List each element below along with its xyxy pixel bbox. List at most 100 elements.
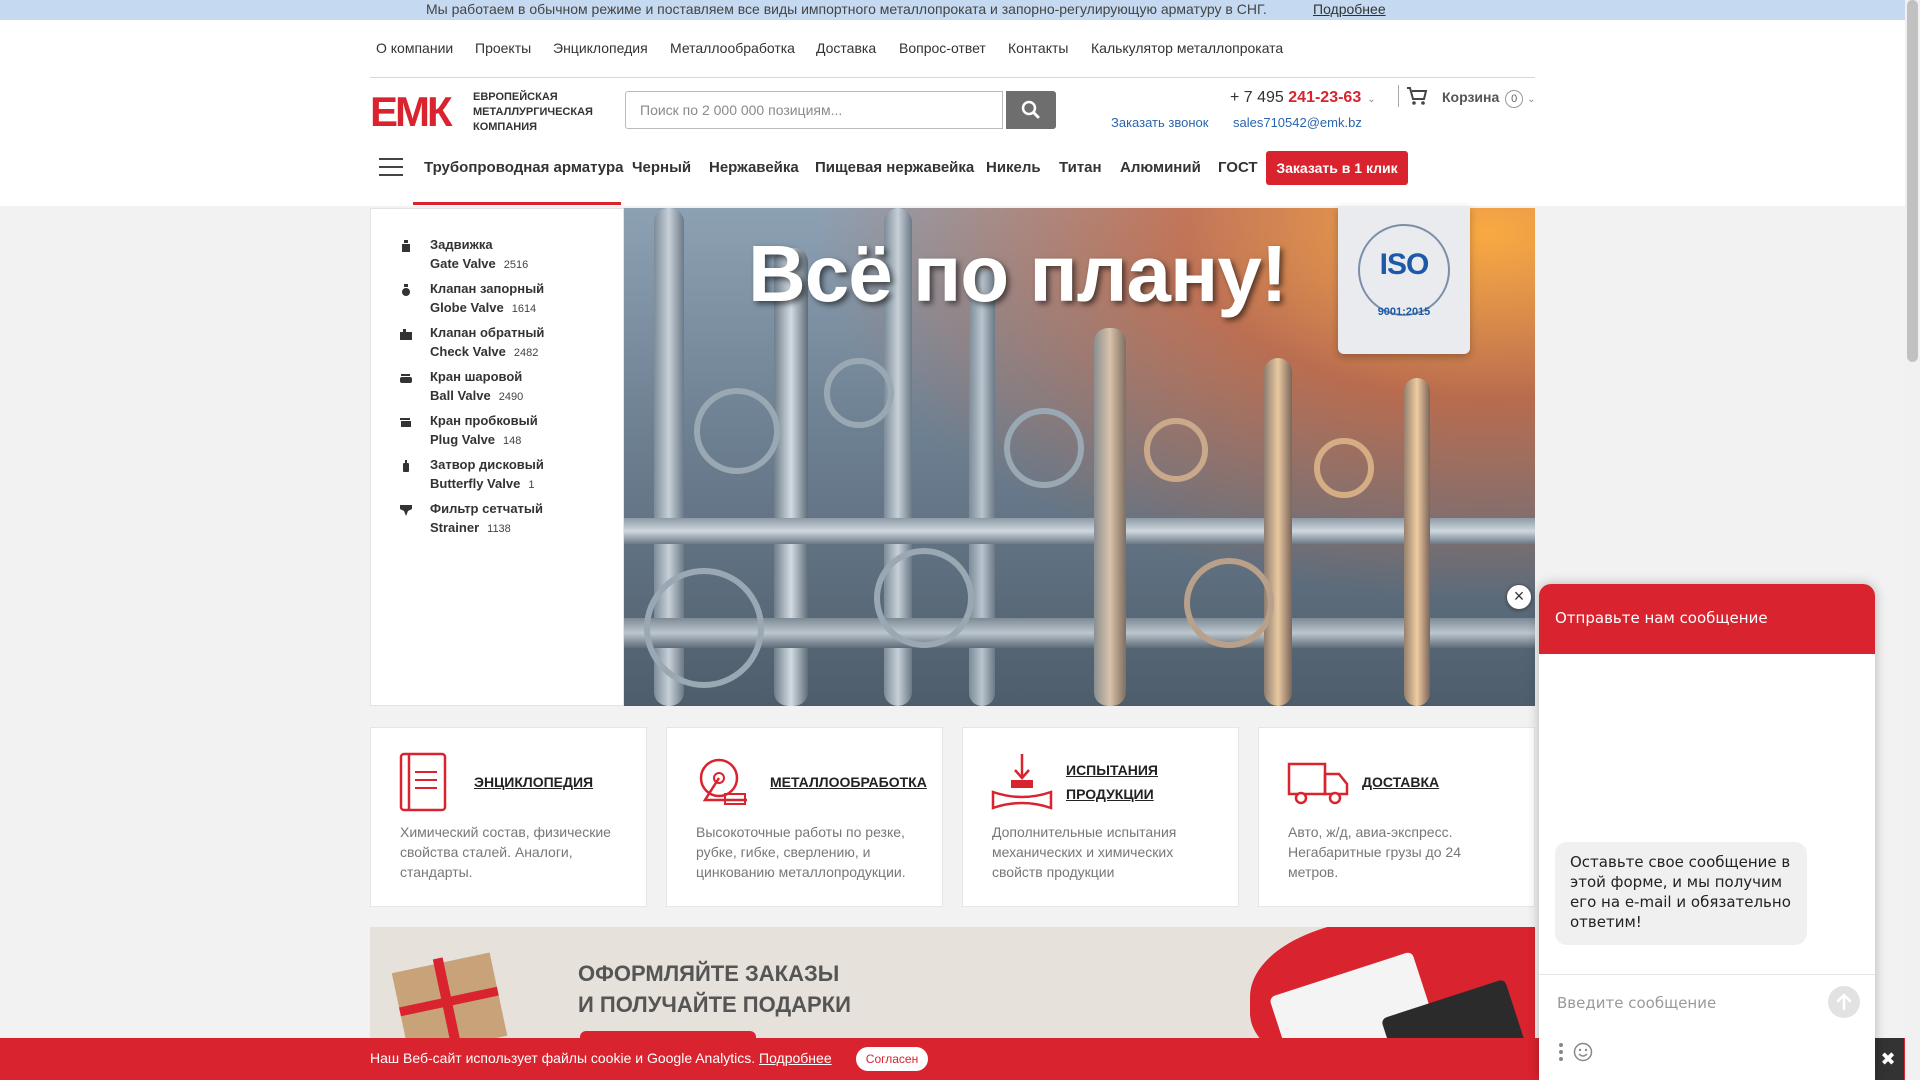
iso-standard: 9001:2015 xyxy=(1377,306,1431,318)
menu-item-label: Check Valve xyxy=(430,344,506,359)
logo-letters: ЕМК xyxy=(370,88,453,135)
nav-projects[interactable]: Проекты xyxy=(475,40,531,56)
scrollbar-thumb[interactable] xyxy=(1907,0,1918,362)
globe-valve-icon xyxy=(402,284,410,296)
chat-message-input[interactable] xyxy=(1555,988,1819,1018)
card-title-line1: ИСПЫТАНИЯ xyxy=(1066,762,1158,778)
chat-title: Отправьте нам сообщение xyxy=(1555,609,1768,627)
logo-line3: КОМПАНИЯ xyxy=(473,121,538,133)
menu-item-gate-valve-en[interactable]: Gate Valve 2516 xyxy=(430,256,528,271)
cat-nickel[interactable]: Никель xyxy=(986,159,1041,176)
chevron-down-icon: ⌄ xyxy=(1367,94,1376,105)
email-link[interactable]: sales710542@emk.bz xyxy=(1233,115,1362,130)
order-one-click-button[interactable]: Заказать в 1 клик xyxy=(1266,151,1408,185)
logo-line1: ЕВРОПЕЙСКАЯ xyxy=(473,91,558,103)
callback-link[interactable]: Заказать звонок xyxy=(1111,115,1208,130)
logo-text: ЕВРОПЕЙСКАЯ МЕТАЛЛУРГИЧЕСКАЯ КОМПАНИЯ xyxy=(473,90,593,135)
menu-item-butterfly-valve-ru[interactable]: Затвор дисковый xyxy=(430,457,544,472)
cart-count: 0 xyxy=(1505,90,1524,108)
cart-icon xyxy=(1407,87,1428,105)
nav-about[interactable]: О компании xyxy=(376,40,453,56)
nav-metalworking[interactable]: Металлообработка xyxy=(670,40,795,56)
menu-item-label: Plug Valve xyxy=(430,432,496,447)
promo-line2: И ПОЛУЧАЙТЕ ПОДАРКИ xyxy=(578,992,851,1017)
cart-label: Корзина xyxy=(1442,89,1500,105)
cookie-agree-button[interactable]: Согласен xyxy=(856,1047,928,1071)
menu-item-check-valve-ru[interactable]: Клапан обратный xyxy=(430,325,544,340)
banner-title: Всё по плану! xyxy=(748,229,1287,318)
search-button[interactable] xyxy=(1006,91,1056,129)
nav-delivery[interactable]: Доставка xyxy=(816,40,876,56)
strainer-icon xyxy=(400,505,412,516)
chat-close-icon[interactable]: × xyxy=(1506,584,1532,610)
chat-divider xyxy=(1539,974,1875,975)
menu-item-plug-valve-ru[interactable]: Кран пробковый xyxy=(430,413,538,428)
notice-bar: Мы работаем в обычном режиме и поставляе… xyxy=(0,0,1920,20)
menu-item-strainer-en[interactable]: Strainer 1138 xyxy=(430,520,511,535)
cart-separator xyxy=(1398,85,1399,107)
card-title[interactable]: МЕТАЛЛООБРАБОТКА xyxy=(770,770,927,794)
nav-encyclopedia[interactable]: Энциклопедия xyxy=(553,40,648,56)
nav-faq[interactable]: Вопрос-ответ xyxy=(899,40,986,56)
chat-send-button[interactable] xyxy=(1828,986,1860,1018)
menu-item-label: Strainer xyxy=(430,520,480,535)
cat-aluminum[interactable]: Алюминий xyxy=(1120,159,1201,176)
menu-item-label: Gate Valve xyxy=(430,256,496,271)
menu-item-plug-valve-en[interactable]: Plug Valve 148 xyxy=(430,432,521,447)
item-count: 1614 xyxy=(511,303,537,315)
menu-item-butterfly-valve-en[interactable]: Butterfly Valve 1 xyxy=(430,476,534,491)
cutting-saw-icon xyxy=(699,758,747,805)
menu-item-gate-valve-ru[interactable]: Задвижка xyxy=(430,237,493,252)
cart-button[interactable]: Корзина 0 ⌄ xyxy=(1406,86,1536,108)
nav-contacts[interactable]: Контакты xyxy=(1008,40,1068,56)
item-count: 148 xyxy=(503,435,522,447)
notice-more-link[interactable]: Подробнее xyxy=(1313,1,1386,17)
menu-item-globe-valve-en[interactable]: Globe Valve 1614 xyxy=(430,300,536,315)
phone-prefix: + 7 495 xyxy=(1230,89,1289,106)
menu-item-label: Globe Valve xyxy=(430,300,504,315)
phone-number: 241-23-63 xyxy=(1288,89,1362,106)
item-count: 2490 xyxy=(498,391,524,403)
card-description: Авто, ж/д, авиа-экспресс. Негабаритные г… xyxy=(1288,824,1461,880)
check-valve-icon xyxy=(400,329,412,340)
nav-calculator[interactable]: Калькулятор металлопроката xyxy=(1091,40,1283,56)
menu-item-strainer-ru[interactable]: Фильтр сетчатый xyxy=(430,501,543,516)
book-icon xyxy=(399,752,447,812)
cookie-text: Наш Веб-сайт использует файлы cookie и G… xyxy=(370,1050,756,1066)
cookie-close-icon[interactable]: ✖ xyxy=(1872,1038,1904,1080)
card-delivery[interactable]: ДОСТАВКА Авто, ж/д, авиа-экспресс. Негаб… xyxy=(1258,727,1535,907)
card-description: Химический состав, физические свойства с… xyxy=(400,824,611,880)
emoji-icon[interactable] xyxy=(1573,1042,1593,1062)
card-description: Дополнительные испытания механических и … xyxy=(992,824,1177,880)
cat-black[interactable]: Черный xyxy=(632,159,691,176)
promo-line1: ОФОРМЛЯЙТЕ ЗАКАЗЫ xyxy=(578,961,840,986)
card-description: Высокоточные работы по резке, рубке, гиб… xyxy=(696,824,906,880)
menu-item-globe-valve-ru[interactable]: Клапан запорный xyxy=(430,281,544,296)
menu-item-ball-valve-en[interactable]: Ball Valve 2490 xyxy=(430,388,523,403)
menu-item-check-valve-en[interactable]: Check Valve 2482 xyxy=(430,344,538,359)
more-options-icon[interactable] xyxy=(1558,1042,1564,1062)
ball-valve-icon xyxy=(400,374,412,383)
search-icon xyxy=(1021,100,1040,119)
item-count: 1 xyxy=(528,479,535,491)
cat-gost[interactable]: ГОСТ xyxy=(1218,159,1258,176)
card-metalworking[interactable]: МЕТАЛЛООБРАБОТКА Высокоточные работы по … xyxy=(666,727,943,907)
menu-item-ball-valve-ru[interactable]: Кран шаровой xyxy=(430,369,522,384)
promo-text: ОФОРМЛЯЙТЕ ЗАКАЗЫ И ПОЛУЧАЙТЕ ПОДАРКИ xyxy=(578,958,851,1020)
card-encyclopedia[interactable]: ЭНЦИКЛОПЕДИЯ Химический состав, физическ… xyxy=(370,727,647,907)
hamburger-menu-icon[interactable] xyxy=(379,158,403,176)
card-title[interactable]: ИСПЫТАНИЯ ПРОДУКЦИИ xyxy=(1066,758,1158,806)
cat-titanium[interactable]: Титан xyxy=(1059,159,1102,176)
card-title[interactable]: ЭНЦИКЛОПЕДИЯ xyxy=(474,770,593,794)
butterfly-valve-icon xyxy=(403,460,409,472)
chat-message-bubble: Оставьте свое сообщение в этой форме, и … xyxy=(1555,842,1807,945)
card-product-testing[interactable]: ИСПЫТАНИЯ ПРОДУКЦИИ Дополнительные испыт… xyxy=(962,727,1239,907)
card-title[interactable]: ДОСТАВКА xyxy=(1362,770,1439,794)
cat-food-stainless[interactable]: Пищевая нержавейка xyxy=(815,159,974,176)
active-category-underline xyxy=(413,202,621,205)
cat-stainless[interactable]: Нержавейка xyxy=(709,159,799,176)
cookie-more-link[interactable]: Подробнее xyxy=(759,1050,832,1066)
phone[interactable]: + 7 495 241-23-63 ⌄ xyxy=(1230,89,1376,107)
search-input[interactable] xyxy=(625,91,1003,129)
cat-pipeline-fittings[interactable]: Трубопроводная арматура xyxy=(424,159,623,176)
